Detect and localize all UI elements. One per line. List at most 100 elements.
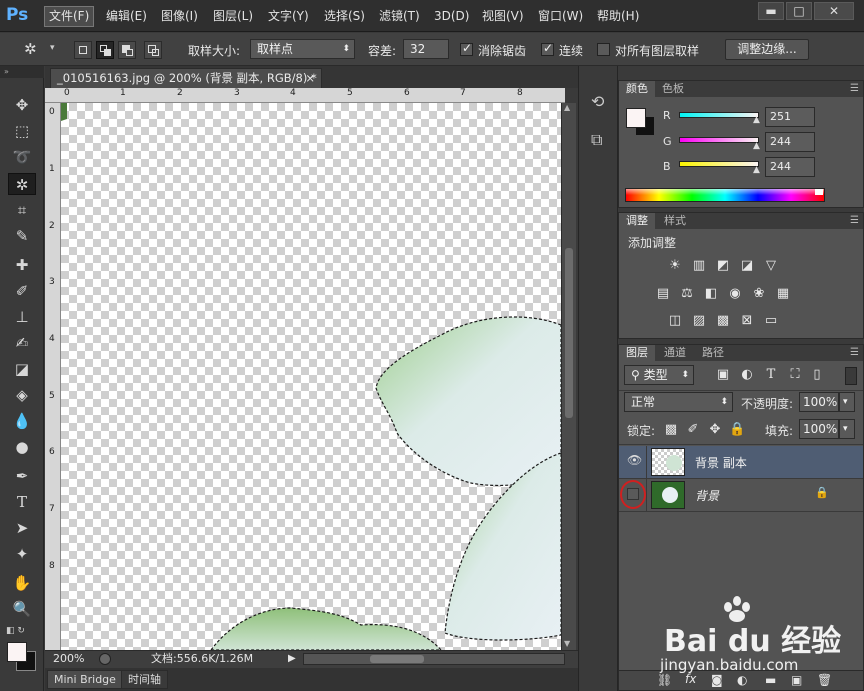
menu-image[interactable]: 图像(I) xyxy=(157,6,202,27)
scroll-thumb[interactable] xyxy=(565,248,573,418)
add-selection-icon[interactable] xyxy=(96,41,114,59)
selective-color-icon[interactable]: ⊠ xyxy=(739,314,755,328)
menu-view[interactable]: 视图(V) xyxy=(478,6,528,27)
color-spectrum-bar[interactable] xyxy=(625,188,825,202)
magic-wand-tool-icon[interactable]: ✲ xyxy=(8,173,36,195)
menu-select[interactable]: 选择(S) xyxy=(320,6,369,27)
menu-type[interactable]: 文字(Y) xyxy=(264,6,313,27)
slider-handle-icon[interactable]: ▲ xyxy=(753,115,760,125)
type-filter-icon[interactable]: T xyxy=(763,368,779,382)
history-panel-icon[interactable]: ⟲ xyxy=(591,92,604,111)
green-slider[interactable] xyxy=(679,137,759,143)
foreground-color-swatch[interactable] xyxy=(626,108,646,128)
crop-tool-icon[interactable]: ⌗ xyxy=(8,199,36,221)
scroll-thumb[interactable] xyxy=(370,655,424,663)
invert-icon[interactable]: ◫ xyxy=(667,314,683,328)
healing-brush-tool-icon[interactable]: ✚ xyxy=(8,254,36,276)
tab-swatches[interactable]: 色板 xyxy=(655,81,691,97)
menu-layer[interactable]: 图层(L) xyxy=(209,6,257,27)
tab-styles[interactable]: 样式 xyxy=(657,213,693,229)
lock-pixels-icon[interactable]: ✐ xyxy=(685,423,701,437)
close-tab-icon[interactable]: × xyxy=(305,69,315,87)
red-value-input[interactable]: 251 xyxy=(765,107,815,127)
layer-name[interactable]: 背景 副本 xyxy=(695,454,747,471)
chevron-down-icon[interactable]: ▾ xyxy=(50,43,55,53)
properties-panel-icon[interactable]: ⧉ xyxy=(591,130,602,150)
visibility-toggle[interactable]: 👁 xyxy=(619,446,647,478)
smart-object-filter-icon[interactable]: ▯ xyxy=(809,368,825,382)
channel-mixer-icon[interactable]: ❀ xyxy=(751,287,767,301)
black-white-icon[interactable]: ◧ xyxy=(703,287,719,301)
maximize-button[interactable]: □ xyxy=(786,2,812,20)
close-window-button[interactable]: ✕ xyxy=(814,2,854,20)
refine-edge-button[interactable]: 调整边缘... xyxy=(725,39,809,60)
menu-filter[interactable]: 滤镜(T) xyxy=(375,6,424,27)
tab-layers[interactable]: 图层 xyxy=(619,345,655,361)
marquee-tool-icon[interactable]: ⬚ xyxy=(8,120,36,142)
lock-transparency-icon[interactable]: ▩ xyxy=(663,423,679,437)
layer-row[interactable]: 👁 背景 副本 xyxy=(619,446,863,478)
doc-info-icon[interactable] xyxy=(99,653,111,665)
panel-menu-icon[interactable]: ☰ xyxy=(850,213,859,229)
posterize-icon[interactable]: ▨ xyxy=(691,314,707,328)
threshold-icon[interactable]: ▩ xyxy=(715,314,731,328)
opacity-dropdown-icon[interactable]: ▾ xyxy=(839,392,855,412)
color-lookup-icon[interactable]: ▦ xyxy=(775,287,791,301)
curves-icon[interactable]: ◩ xyxy=(715,259,731,273)
path-selection-tool-icon[interactable]: ➤ xyxy=(8,517,36,539)
pen-tool-icon[interactable]: ✒ xyxy=(8,465,36,487)
blend-mode-select[interactable]: 正常 ⬍ xyxy=(624,392,733,412)
menu-help[interactable]: 帮助(H) xyxy=(593,6,643,27)
magic-wand-preset-icon[interactable]: ✲ xyxy=(24,40,44,58)
move-tool-icon[interactable]: ✥ xyxy=(8,94,36,116)
red-slider[interactable] xyxy=(679,112,759,118)
fill-dropdown-icon[interactable]: ▾ xyxy=(839,419,855,439)
layer-name[interactable]: 背景 xyxy=(695,487,719,504)
tab-paths[interactable]: 路径 xyxy=(695,345,731,361)
lock-position-icon[interactable]: ✥ xyxy=(707,423,723,437)
status-menu-arrow-icon[interactable]: ▶ xyxy=(288,651,296,667)
fill-input[interactable]: 100% xyxy=(799,419,839,439)
history-brush-tool-icon[interactable]: ✍ xyxy=(8,332,36,354)
white-swatch[interactable] xyxy=(815,189,823,195)
hue-saturation-icon[interactable]: ▤ xyxy=(655,287,671,301)
anti-alias-checkbox[interactable] xyxy=(460,41,473,56)
collapse-arrows-icon[interactable]: » xyxy=(0,66,44,78)
exposure-icon[interactable]: ◪ xyxy=(739,259,755,273)
paint-bucket-tool-icon[interactable]: ◈ xyxy=(8,384,36,406)
pixel-filter-icon[interactable]: ▣ xyxy=(715,368,731,382)
sample-all-layers-checkbox[interactable] xyxy=(597,43,610,56)
tab-channels[interactable]: 通道 xyxy=(657,345,693,361)
vertical-scrollbar[interactable]: ▲ ▼ xyxy=(561,103,576,650)
visibility-toggle[interactable] xyxy=(619,479,647,511)
slider-handle-icon[interactable]: ▲ xyxy=(753,165,760,175)
type-tool-icon[interactable]: T xyxy=(8,491,36,513)
stamp-tool-icon[interactable]: ⊥ xyxy=(8,306,36,328)
sample-size-select[interactable]: 取样点 ⬍ xyxy=(250,39,355,59)
green-value-input[interactable]: 244 xyxy=(765,132,815,152)
tab-mini-bridge[interactable]: Mini Bridge xyxy=(47,670,123,689)
vibrance-icon[interactable]: ▽ xyxy=(763,259,779,273)
menu-file[interactable]: 文件(F) xyxy=(44,6,95,27)
zoom-tool-icon[interactable]: 🔍 xyxy=(8,598,36,620)
tolerance-input[interactable]: 32 xyxy=(403,39,449,59)
contiguous-checkbox[interactable] xyxy=(541,41,554,56)
photo-filter-icon[interactable]: ◉ xyxy=(727,287,743,301)
zoom-level[interactable]: 200% xyxy=(53,651,84,667)
intersect-selection-icon[interactable] xyxy=(144,41,162,59)
foreground-color-swatch[interactable] xyxy=(7,642,27,662)
opacity-input[interactable]: 100% xyxy=(799,392,839,412)
layer-row[interactable]: 背景 🔒 xyxy=(619,479,863,511)
menu-3d[interactable]: 3D(D) xyxy=(430,6,473,27)
minimize-button[interactable]: ▬ xyxy=(758,2,784,20)
subtract-selection-icon[interactable] xyxy=(118,41,136,59)
blur-tool-icon[interactable]: 💧 xyxy=(8,410,36,432)
color-balance-icon[interactable]: ⚖ xyxy=(679,287,695,301)
slider-handle-icon[interactable]: ▲ xyxy=(753,141,760,151)
filter-toggle-icon[interactable] xyxy=(845,367,857,385)
document-tab[interactable]: _010516163.jpg @ 200% (背景 副本, RGB/8) * × xyxy=(50,68,322,88)
eyedropper-tool-icon[interactable]: ✎ xyxy=(8,225,36,247)
panel-menu-icon[interactable]: ☰ xyxy=(850,345,859,361)
new-selection-icon[interactable] xyxy=(74,41,92,59)
brush-tool-icon[interactable]: ✐ xyxy=(8,280,36,302)
